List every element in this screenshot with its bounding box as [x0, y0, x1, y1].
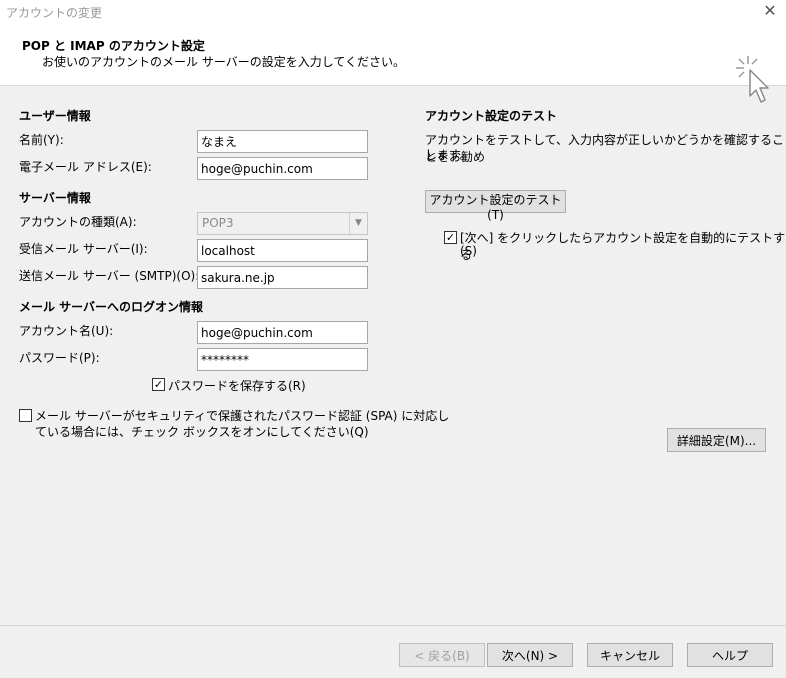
test-heading: アカウント設定のテスト [425, 109, 558, 123]
password-label: パスワード(P): [19, 351, 100, 365]
cancel-button[interactable]: キャンセル [587, 643, 673, 667]
auto-test-label-line2: (S) [460, 244, 477, 258]
close-icon[interactable]: ✕ [760, 1, 780, 21]
account-type-select: POP3 ▼ [197, 212, 368, 235]
test-account-button[interactable]: アカウント設定のテスト(T) [425, 190, 566, 222]
auto-test-label-line1: [次へ] をクリックしたらアカウント設定を自動的にテストする [460, 231, 786, 262]
account-type-value: POP3 [202, 216, 234, 230]
name-label: 名前(Y): [19, 133, 64, 147]
chevron-down-icon: ▼ [349, 213, 367, 234]
outgoing-server-input[interactable] [197, 266, 368, 289]
incoming-server-label: 受信メール サーバー(I): [19, 242, 148, 256]
save-password-label: パスワードを保存する(R) [168, 379, 306, 393]
spa-label-line2: ている場合には、チェック ボックスをオンにしてください(Q) [35, 425, 369, 439]
header-title: POP と IMAP のアカウント設定 [22, 39, 205, 53]
email-input[interactable] [197, 157, 368, 180]
name-input[interactable] [197, 130, 368, 153]
password-input[interactable] [197, 348, 368, 371]
help-button[interactable]: ヘルプ [687, 643, 773, 667]
dialog-header: POP と IMAP のアカウント設定 お使いのアカウントのメール サーバーの設… [0, 24, 786, 103]
account-type-label: アカウントの種類(A): [19, 215, 137, 229]
window-title: アカウントの変更 [6, 6, 103, 20]
incoming-server-input[interactable] [197, 239, 368, 262]
email-label: 電子メール アドレス(E): [19, 160, 152, 174]
test-description-line1: アカウントをテストして、入力内容が正しいかどうかを確認することをお勧め [425, 133, 785, 164]
footer-divider [0, 625, 786, 626]
test-description-line2: します。 [425, 148, 472, 162]
account-name-label: アカウント名(U): [19, 324, 114, 338]
account-name-input[interactable] [197, 321, 368, 344]
header-subtitle: お使いのアカウントのメール サーバーの設定を入力してください。 [42, 55, 405, 69]
server-info-heading: サーバー情報 [19, 191, 91, 205]
auto-test-checkbox[interactable]: ✓ [444, 231, 457, 244]
spa-checkbox[interactable] [19, 409, 32, 422]
next-button[interactable]: 次へ(N) > [487, 643, 573, 667]
spa-label-line1: メール サーバーがセキュリティで保護されたパスワード認証 (SPA) に対応し [35, 409, 450, 423]
save-password-checkbox[interactable]: ✓ [152, 378, 165, 391]
back-button[interactable]: < 戻る(B) [399, 643, 485, 667]
more-settings-button[interactable]: 詳細設定(M)... [667, 428, 766, 452]
user-info-heading: ユーザー情報 [19, 109, 91, 123]
logon-info-heading: メール サーバーへのログオン情報 [19, 300, 204, 314]
title-bar: アカウントの変更 ✕ [0, 0, 786, 24]
wizard-cursor-icon [736, 56, 769, 103]
outgoing-server-label: 送信メール サーバー (SMTP)(O): [19, 269, 200, 283]
